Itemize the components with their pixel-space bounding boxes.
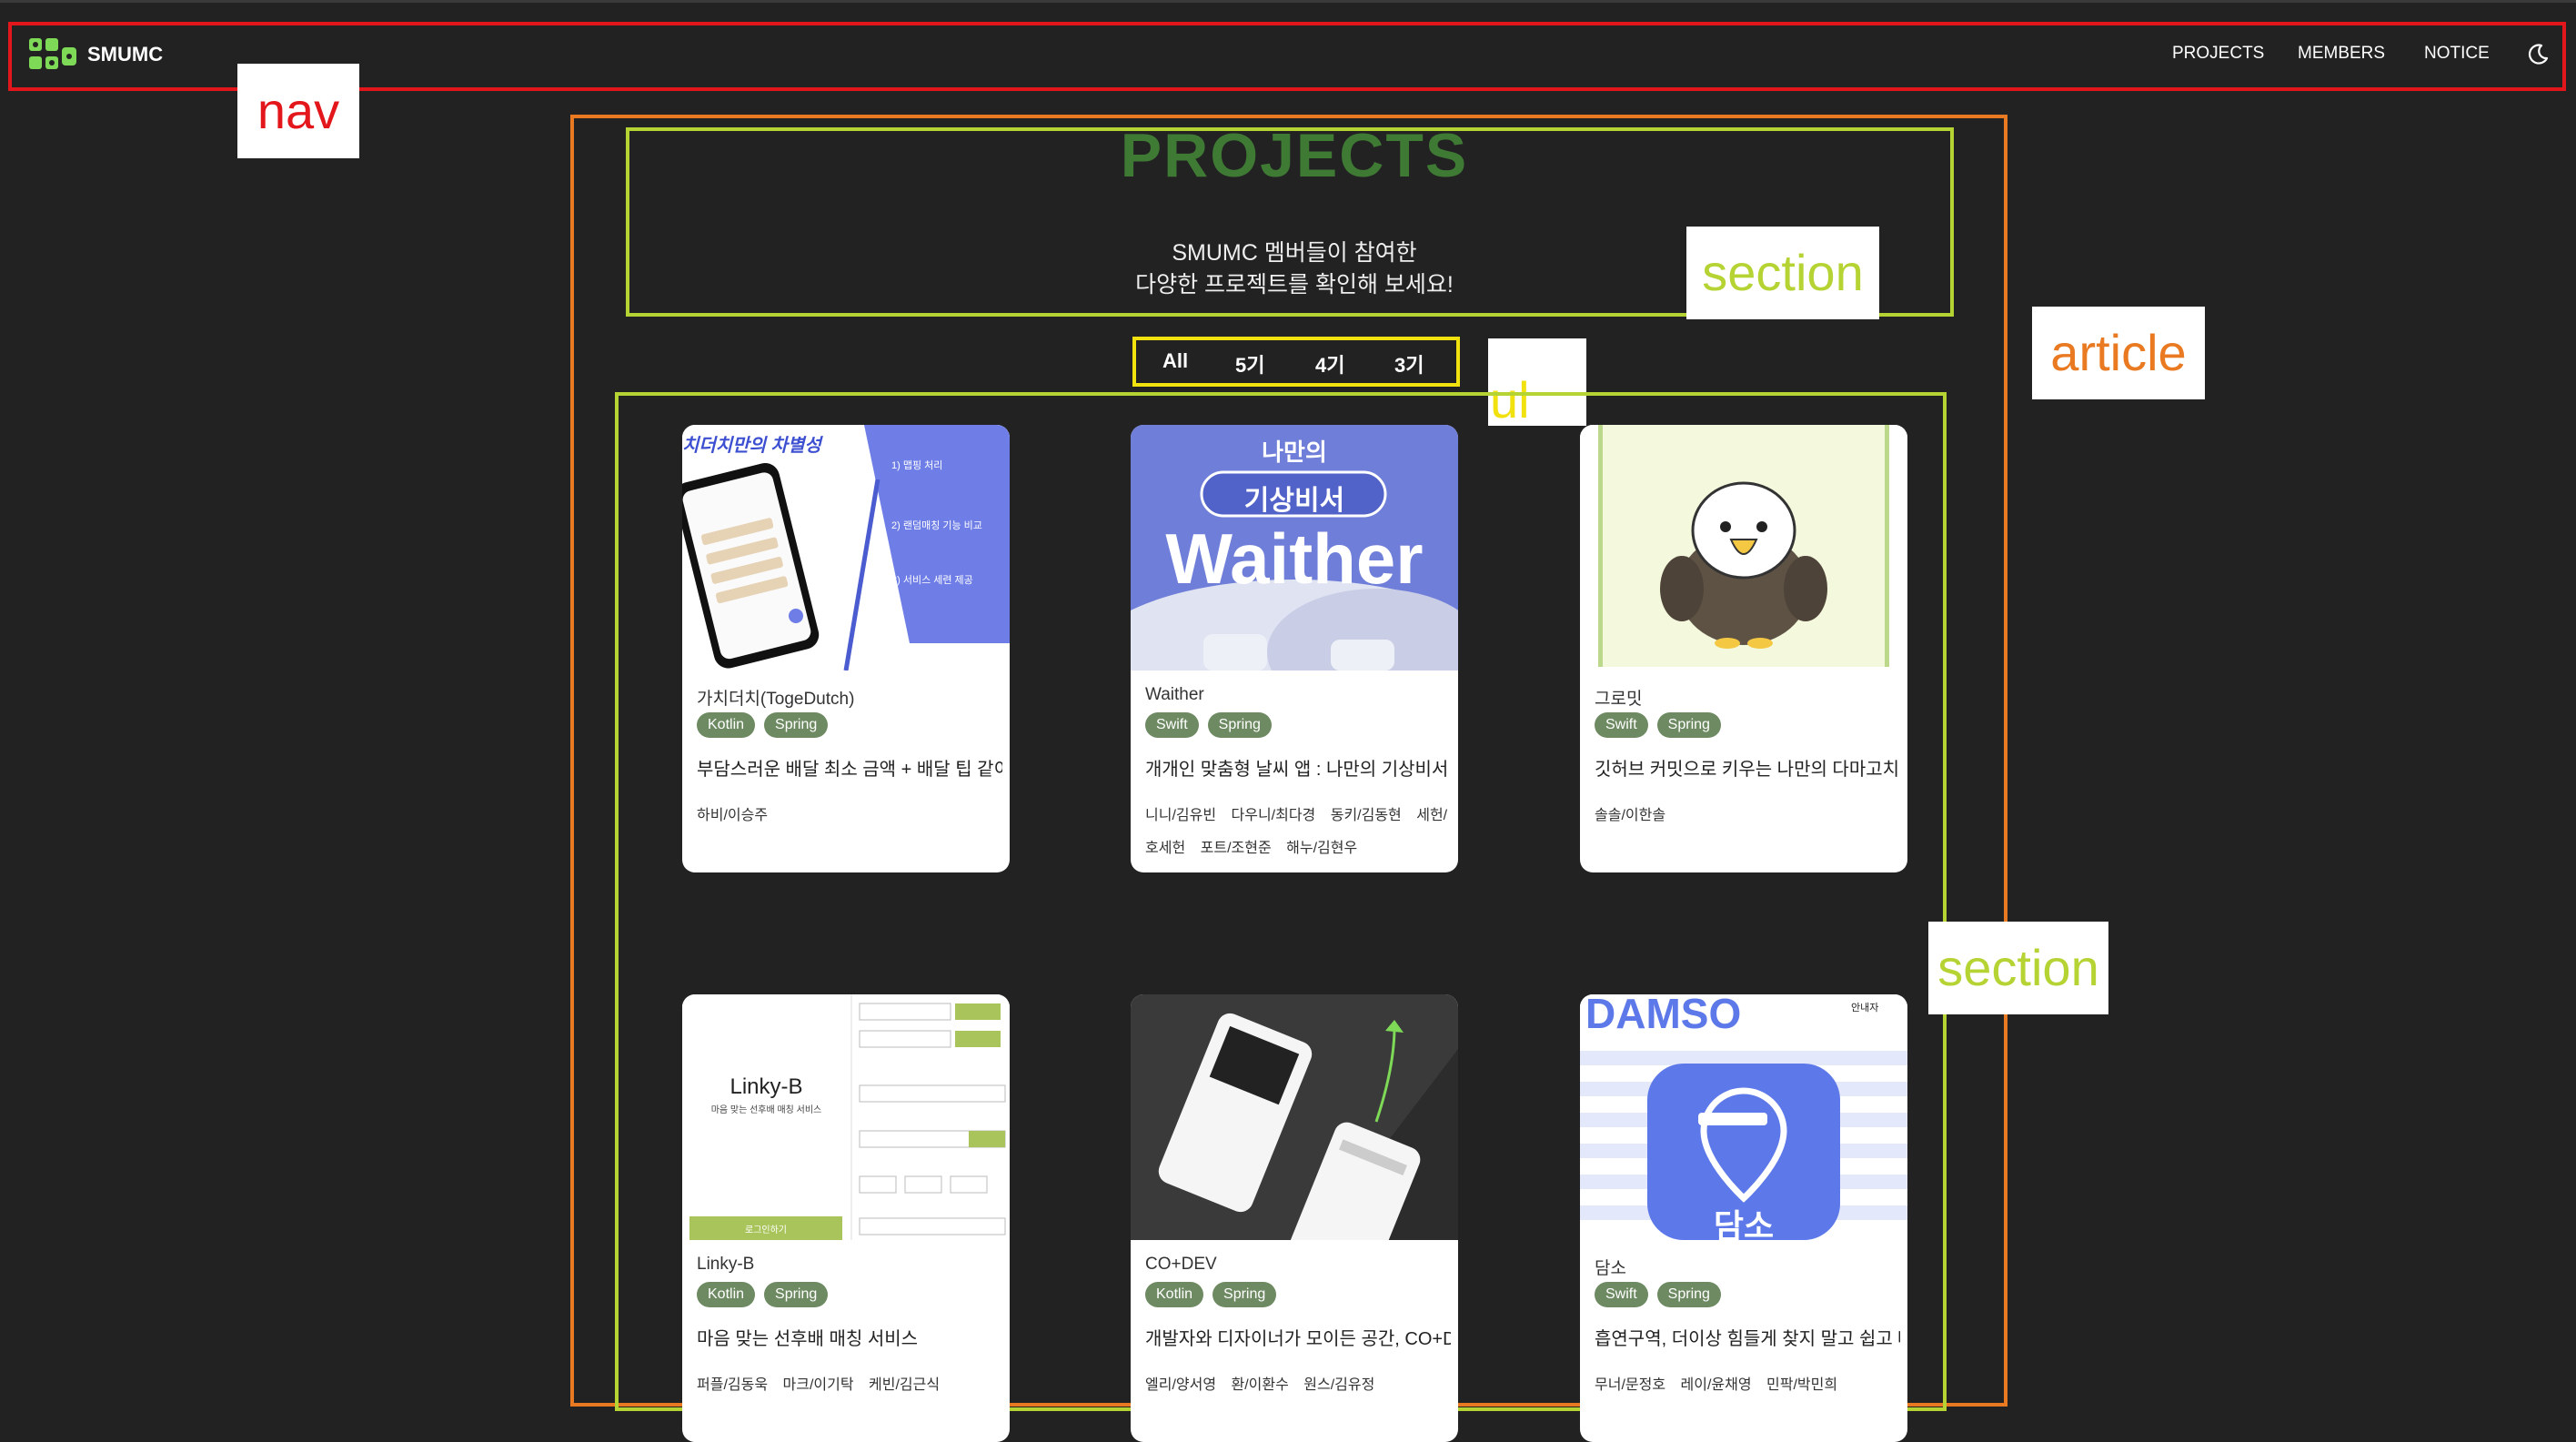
member-name: 하비/이승주: [697, 808, 769, 823]
project-card[interactable]: 그로밋 Swift Spring 깃허브 커밋으로 키우는 나만의 다마고치 솔…: [1580, 425, 1907, 872]
project-card[interactable]: DAMSO 안내자 담소 담소 Swift Spring 흡연구역, 더이상 힘…: [1580, 994, 1907, 1442]
window-top-edge: [0, 0, 2576, 3]
thumbnail-heading: Linky-B: [730, 1074, 803, 1099]
section-annotation-label: section: [1928, 922, 2108, 1014]
brand-name[interactable]: SMUMC: [87, 43, 163, 66]
nav-members-link[interactable]: MEMBERS: [2298, 44, 2385, 64]
tag-list: Swift Spring: [1595, 712, 1721, 738]
member-name: 케빈/김근식: [869, 1377, 941, 1393]
project-title: 가치더치(TogeDutch): [697, 690, 855, 709]
member-list: 퍼플/김동욱 마크/이기탁 케빈/김근식: [697, 1369, 1002, 1402]
page-title: PROJECTS: [1120, 121, 1469, 190]
member-name: 환/이환수: [1231, 1377, 1289, 1393]
member-name: 레이/윤채영: [1680, 1377, 1752, 1393]
thumbnail-caption: 기상비서: [1243, 486, 1345, 516]
nav-annotation-label: nav: [237, 64, 359, 158]
filter-gen3[interactable]: 3기: [1394, 349, 1424, 378]
project-thumbnail: [1580, 425, 1907, 671]
section-annotation-label: section: [1686, 227, 1879, 319]
tag-badge: Kotlin: [697, 1282, 756, 1307]
tag-badge: Spring: [1656, 712, 1721, 738]
thumbnail-heading: DAMSO: [1585, 994, 1742, 1037]
project-description: 마음 맞는 선후배 매칭 서비스: [697, 1329, 919, 1349]
project-thumbnail: 치더치만의 차별성 1) 맵핑 처리 2) 랜덤매칭 기능 비교 3) 서비스 …: [682, 425, 1010, 671]
project-card[interactable]: 나만의 기상비서 Waither Waither Swift Spring 개개…: [1131, 425, 1458, 872]
tag-badge: Spring: [764, 712, 829, 738]
member-name: 엘리/양서영: [1145, 1377, 1217, 1393]
member-name: 다우니/최다경: [1231, 808, 1316, 823]
member-list: 무너/문정호 레이/윤채영 민팍/박민희: [1595, 1369, 1900, 1402]
project-card[interactable]: CO+DEV Kotlin Spring 개발자와 디자이너가 모이든 공간, …: [1131, 994, 1458, 1442]
project-title: 담소: [1595, 1259, 1626, 1278]
project-thumbnail: DAMSO 안내자 담소: [1580, 994, 1907, 1240]
member-name: 퍼플/김동욱: [697, 1377, 769, 1393]
thumbnail-heading: 치더치만의 차별성: [682, 436, 821, 456]
tag-list: Kotlin Spring: [697, 712, 829, 738]
nav-projects-link[interactable]: PROJECTS: [2172, 44, 2264, 64]
project-title: Waither: [1145, 685, 1204, 704]
project-title: 그로밋: [1595, 690, 1643, 709]
tag-badge: Spring: [1213, 1282, 1277, 1307]
moon-icon[interactable]: [2525, 42, 2551, 67]
tag-badge: Swift: [1595, 1282, 1648, 1307]
thumbnail-heading: Waither: [1165, 519, 1424, 599]
member-name: 해누/김현우: [1286, 841, 1358, 856]
member-list: 니니/김유빈 다우니/최다경 동키/김동현 세헌/호세헌 포트/조현준 해누/김…: [1145, 800, 1451, 865]
member-name: 동키/김동현: [1330, 808, 1402, 823]
project-card[interactable]: Linky-B 마음 맞는 선후배 매칭 서비스 로그인하기 Linky-B K…: [682, 994, 1010, 1442]
tag-badge: Swift: [1595, 712, 1648, 738]
thumbnail-caption: 3) 서비스 세련 제공: [891, 575, 973, 586]
filter-all[interactable]: All: [1162, 349, 1188, 373]
tag-badge: Spring: [1656, 1282, 1721, 1307]
article-annotation-label: article: [2032, 307, 2205, 399]
thumbnail-caption: 2) 랜덤매칭 기능 비교: [891, 520, 982, 531]
project-description: 개개인 맞춤형 날씨 앱 : 나만의 기상비서 웨더: [1145, 760, 1451, 780]
tag-badge: Swift: [1145, 712, 1199, 738]
member-name: 마크/이기탁: [782, 1377, 854, 1393]
thumbnail-caption: 1) 맵핑 처리: [891, 460, 943, 471]
tag-list: Kotlin Spring: [697, 1282, 829, 1307]
project-description: 깃허브 커밋으로 키우는 나만의 다마고치: [1595, 760, 1900, 780]
thumbnail-caption: 안내자: [1851, 1003, 1879, 1013]
member-name: 민팍/박민희: [1766, 1377, 1838, 1393]
member-list: 하비/이승주: [697, 800, 1002, 832]
project-card[interactable]: 치더치만의 차별성 1) 맵핑 처리 2) 랜덤매칭 기능 비교 3) 서비스 …: [682, 425, 1010, 872]
thumbnail-caption: 로그인하기: [745, 1225, 787, 1235]
filter-gen4[interactable]: 4기: [1315, 349, 1344, 378]
smumc-logo-icon[interactable]: [27, 36, 78, 73]
thumbnail-caption: 마음 맞는 선후배 매칭 서비스: [710, 1105, 822, 1115]
thumbnail-caption: 나만의: [1262, 439, 1327, 466]
filter-gen5[interactable]: 5기: [1235, 349, 1264, 378]
member-name: 원스/김유정: [1303, 1377, 1375, 1393]
member-name: 무너/문정호: [1595, 1377, 1666, 1393]
project-title: CO+DEV: [1145, 1255, 1217, 1274]
member-list: 솔솔/이한솔: [1595, 800, 1900, 832]
member-name: 솔솔/이한솔: [1595, 808, 1666, 823]
project-thumbnail: 나만의 기상비서 Waither: [1131, 425, 1458, 671]
member-name: 니니/김유빈: [1145, 808, 1217, 823]
tag-list: Kotlin Spring: [1145, 1282, 1277, 1307]
nav-notice-link[interactable]: NOTICE: [2424, 44, 2490, 64]
project-thumbnail: [1131, 994, 1458, 1240]
project-description: 흡연구역, 더이상 힘들게 찾지 말고 쉽고 빠르게: [1595, 1329, 1900, 1349]
tag-badge: Kotlin: [1145, 1282, 1204, 1307]
thumbnail-caption: 담소: [1713, 1207, 1775, 1240]
tag-list: Swift Spring: [1145, 712, 1272, 738]
project-description: 개발자와 디자이너가 모이든 공간, CO+DEV: [1145, 1329, 1451, 1349]
member-name: 포트/조현준: [1200, 841, 1272, 856]
tag-badge: Spring: [1207, 712, 1272, 738]
member-list: 엘리/양서영 환/이환수 원스/김유정: [1145, 1369, 1451, 1402]
tag-badge: Kotlin: [697, 712, 756, 738]
project-description: 부담스러운 배달 최소 금액 + 배달 팁 같이 나눠요: [697, 760, 1002, 780]
tag-badge: Spring: [764, 1282, 829, 1307]
project-thumbnail: Linky-B 마음 맞는 선후배 매칭 서비스 로그인하기: [682, 994, 1010, 1240]
tag-list: Swift Spring: [1595, 1282, 1721, 1307]
project-title: Linky-B: [697, 1255, 755, 1274]
